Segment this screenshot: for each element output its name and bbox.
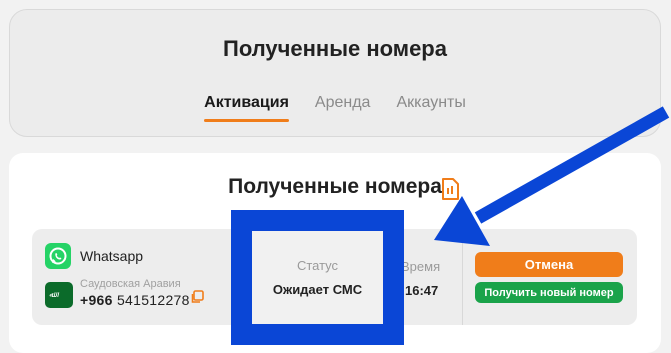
get-new-number-button[interactable]: Получить новый номер (475, 282, 623, 303)
highlight-status-label: Статус (296, 258, 339, 273)
row-divider (462, 229, 463, 325)
phone-number: +966 541512278 (80, 292, 190, 308)
time-value: 16:47 (405, 283, 439, 298)
highlight-status-value: Ожидает СМС (272, 282, 363, 297)
section-title: Полученные номера (228, 175, 442, 198)
tab-activation[interactable]: Активация (204, 94, 289, 122)
country-name: Саудовская Аравия (80, 278, 181, 290)
phone-code: +966 (80, 292, 113, 308)
phone-digits: 541512278 (116, 292, 190, 308)
received-numbers-header: Полученные номера Активация Аренда Аккау… (9, 9, 661, 137)
saudi-arabia-flag-icon: ﷲ (45, 282, 73, 308)
tab-accounts[interactable]: Аккаунты (396, 94, 465, 120)
page-title: Полученные номера (223, 36, 447, 61)
copy-icon[interactable] (190, 290, 204, 304)
cancel-button[interactable]: Отмена (475, 252, 623, 277)
sim-card-icon (442, 178, 459, 200)
whatsapp-icon (45, 243, 71, 269)
tab-rent[interactable]: Аренда (315, 94, 371, 120)
highlight-inner: Статус Ожидает СМС (252, 231, 383, 324)
time-label: Время (401, 259, 441, 274)
service-name: Whatsapp (80, 248, 144, 264)
tabs: Активация Аренда Аккаунты (10, 94, 660, 122)
